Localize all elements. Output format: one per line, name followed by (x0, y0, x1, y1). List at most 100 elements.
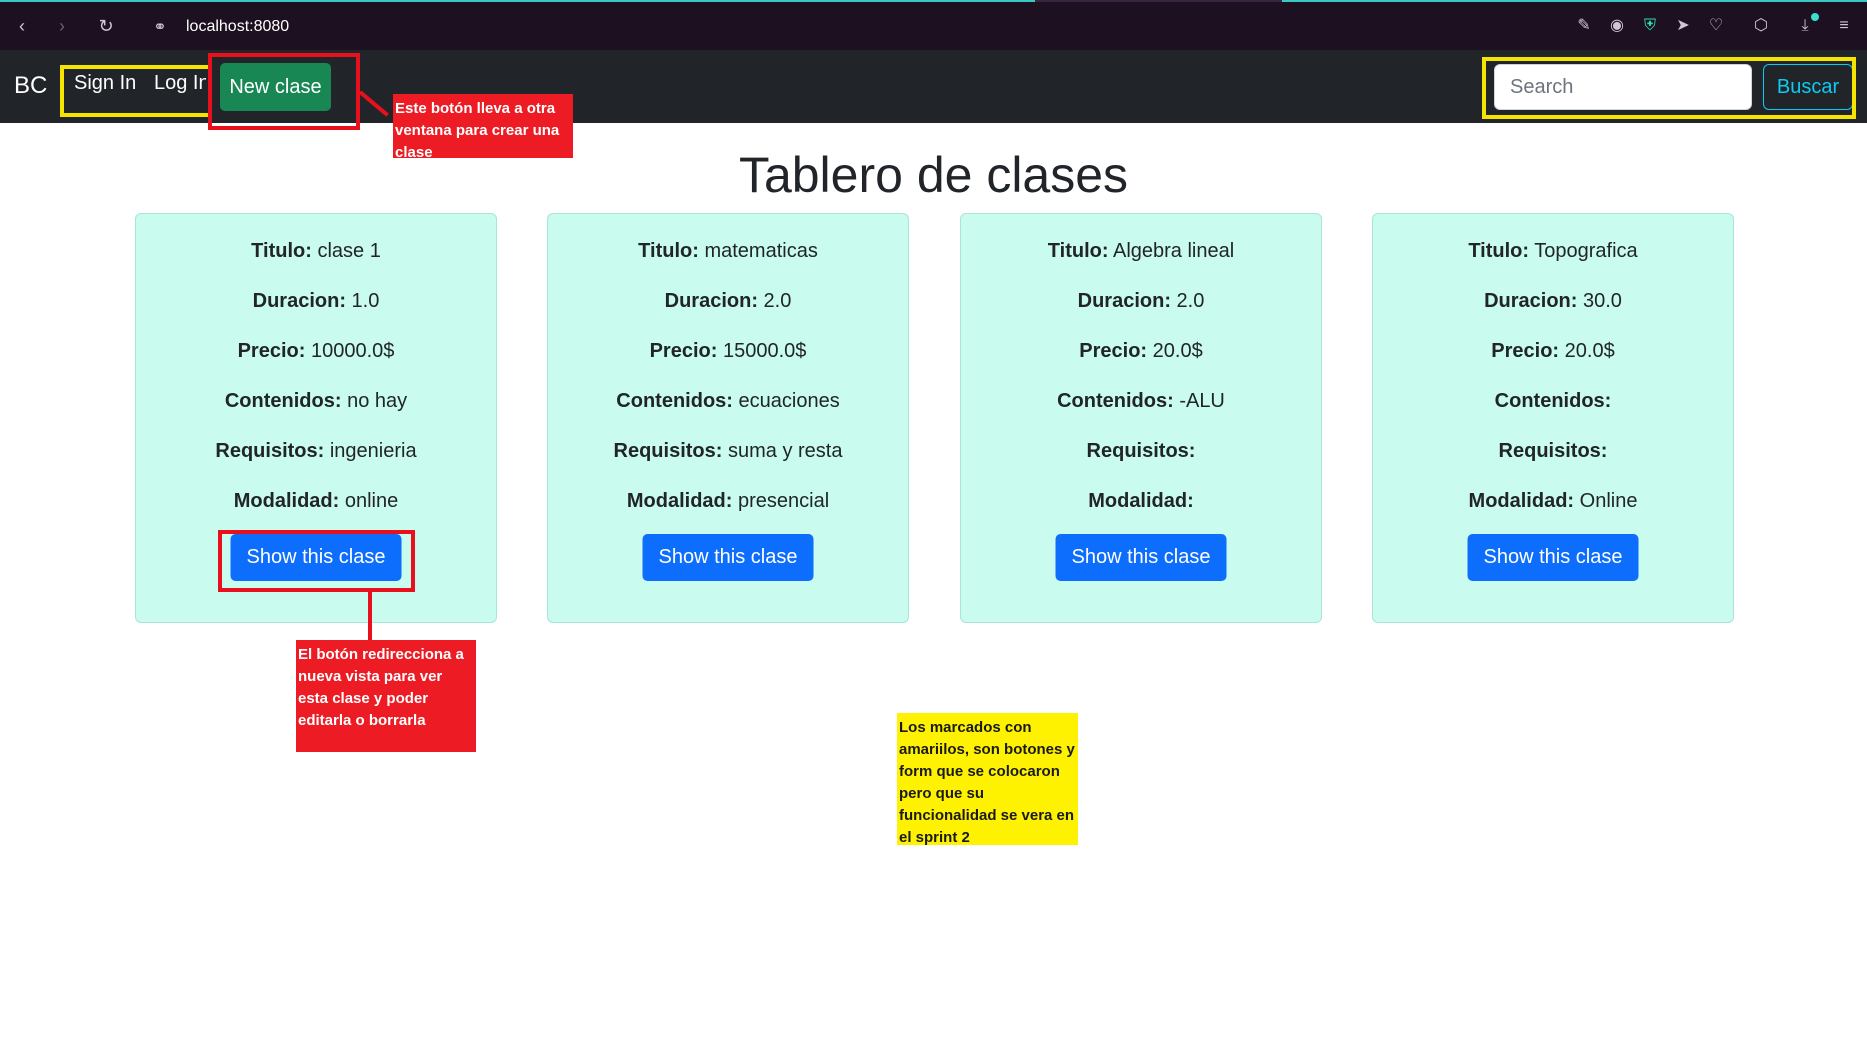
field-label: Duracion: (252, 290, 346, 312)
field-label: Requisitos: (613, 440, 723, 462)
field-value: clase 1 (317, 240, 381, 262)
address-bar[interactable]: ⚭ localhost:8080 (150, 12, 289, 42)
app-navbar: BC Sign In Log In New clase Buscar (0, 50, 1867, 123)
cube-icon[interactable]: ⬡ (1750, 15, 1772, 37)
field-duracion: Duracion: 30.0 (1373, 290, 1733, 313)
field-precio: Precio: 15000.0$ (548, 340, 908, 363)
field-titulo: Titulo: Algebra lineal (961, 240, 1321, 263)
url-text[interactable]: localhost:8080 (186, 18, 289, 36)
field-value: -ALU (1179, 390, 1225, 412)
connector-show-button (368, 592, 372, 640)
forward-icon[interactable]: › (50, 14, 74, 38)
field-contenidos: Contenidos: -ALU (961, 390, 1321, 413)
clase-card: Titulo: clase 1 Duracion: 1.0 Precio: 10… (135, 213, 497, 623)
field-titulo: Titulo: matematicas (548, 240, 908, 263)
field-requisitos: Requisitos: ingenieria (136, 440, 496, 463)
send-icon[interactable]: ➤ (1672, 15, 1694, 37)
show-clase-button[interactable]: Show this clase (1055, 534, 1227, 581)
field-label: Contenidos: (224, 390, 342, 412)
show-clase-button[interactable]: Show this clase (642, 534, 814, 581)
sign-in-link[interactable]: Sign In (74, 72, 136, 95)
field-value: 20.0$ (1152, 340, 1203, 362)
field-value: 20.0$ (1564, 340, 1615, 362)
field-label: Titulo: (1047, 240, 1109, 262)
shield-icon[interactable]: ⛨ (1639, 15, 1661, 37)
field-modalidad: Modalidad: Online (1373, 490, 1733, 513)
field-label: Modalidad: (626, 490, 733, 512)
field-contenidos: Contenidos: ecuaciones (548, 390, 908, 413)
field-label: Modalidad: (233, 490, 340, 512)
field-value: online (344, 490, 399, 512)
buscar-button[interactable]: Buscar (1763, 64, 1853, 110)
field-label: Modalidad: (1088, 490, 1194, 512)
brand-logo[interactable]: BC (14, 72, 47, 100)
field-titulo: Titulo: Topografica (1373, 240, 1733, 263)
field-duracion: Duracion: 2.0 (961, 290, 1321, 313)
field-label: Contenidos: (616, 390, 733, 412)
field-label: Precio: (237, 340, 306, 362)
field-value: no hay (347, 390, 408, 412)
new-clase-button[interactable]: New clase (220, 63, 331, 111)
edit-icon[interactable]: ✎ (1573, 15, 1595, 37)
field-requisitos: Requisitos: (961, 440, 1321, 463)
field-label: Modalidad: (1468, 490, 1575, 512)
field-precio: Precio: 20.0$ (961, 340, 1321, 363)
field-label: Duracion: (1484, 290, 1578, 312)
search-input[interactable] (1494, 64, 1752, 110)
note-yellow-legend: Los marcados con amariilos, son botones … (897, 713, 1078, 846)
download-badge (1811, 13, 1819, 21)
tab-accent-line-right (1282, 0, 1867, 2)
field-label: Precio: (1079, 340, 1148, 362)
field-contenidos: Contenidos: no hay (136, 390, 496, 413)
field-label: Requisitos: (1498, 440, 1608, 462)
field-value: 15000.0$ (722, 340, 807, 362)
field-duracion: Duracion: 2.0 (548, 290, 908, 313)
field-requisitos: Requisitos: suma y resta (548, 440, 908, 463)
heart-icon[interactable]: ♡ (1705, 15, 1727, 37)
globe-icon: ⚭ (153, 19, 167, 36)
field-precio: Precio: 10000.0$ (136, 340, 496, 363)
field-label: Duracion: (664, 290, 758, 312)
field-value: 1.0 (351, 290, 380, 312)
field-value: Online (1579, 490, 1638, 512)
field-duracion: Duracion: 1.0 (136, 290, 496, 313)
show-clase-button[interactable]: Show this clase (230, 534, 402, 581)
browser-toolbar: ‹ › ↻ ⚭ localhost:8080 ✎ ◉ ⛨ ➤ ♡ ⬡ ⤓ ≡ (0, 0, 1867, 50)
field-contenidos: Contenidos: (1373, 390, 1733, 413)
page-title: Tablero de clases (738, 147, 1129, 203)
field-value: matematicas (704, 240, 818, 262)
field-label: Precio: (1491, 340, 1560, 362)
menu-icon[interactable]: ≡ (1833, 15, 1855, 37)
field-value: Topografica (1534, 240, 1638, 262)
field-value: suma y resta (727, 440, 843, 462)
field-label: Contenidos: (1057, 390, 1174, 412)
field-label: Duracion: (1077, 290, 1171, 312)
field-modalidad: Modalidad: (961, 490, 1321, 513)
clase-card: Titulo: Algebra lineal Duracion: 2.0 Pre… (960, 213, 1322, 623)
field-label: Requisitos: (215, 440, 325, 462)
note-show-button: El botón redirecciona a nueva vista para… (296, 640, 476, 752)
clase-card: Titulo: matematicas Duracion: 2.0 Precio… (547, 213, 909, 623)
back-icon[interactable]: ‹ (10, 14, 34, 38)
field-modalidad: Modalidad: online (136, 490, 496, 513)
tab-accent-line (0, 0, 1035, 2)
show-clase-button[interactable]: Show this clase (1467, 534, 1639, 581)
field-label: Titulo: (1468, 240, 1530, 262)
field-value: 10000.0$ (310, 340, 395, 362)
field-value: Algebra lineal (1112, 240, 1235, 262)
field-precio: Precio: 20.0$ (1373, 340, 1733, 363)
field-label: Precio: (649, 340, 718, 362)
field-label: Contenidos: (1494, 390, 1612, 412)
field-modalidad: Modalidad: presencial (548, 490, 908, 513)
field-value: 2.0 (763, 290, 792, 312)
camera-icon[interactable]: ◉ (1606, 15, 1628, 37)
clase-card: Titulo: Topografica Duracion: 30.0 Preci… (1372, 213, 1734, 623)
field-value: 30.0 (1582, 290, 1622, 312)
log-in-link[interactable]: Log In (154, 72, 206, 95)
field-requisitos: Requisitos: (1373, 440, 1733, 463)
field-label: Titulo: (638, 240, 699, 262)
reload-icon[interactable]: ↻ (94, 14, 118, 38)
field-value: 2.0 (1176, 290, 1205, 312)
field-label: Titulo: (251, 240, 312, 262)
field-value: presencial (737, 490, 830, 512)
